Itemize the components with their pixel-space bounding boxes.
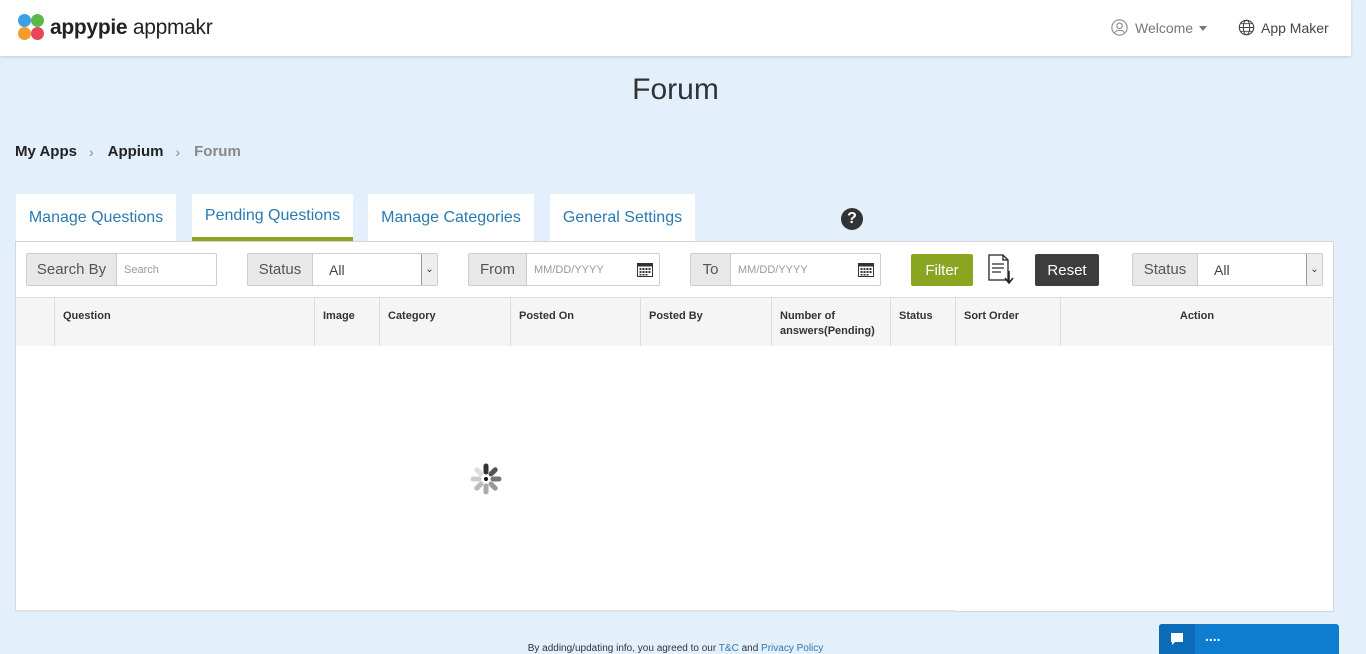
reset-button[interactable]: Reset	[1035, 254, 1099, 286]
to-date-input[interactable]: MM/DD/YYYY	[731, 254, 880, 285]
from-label: From	[469, 254, 527, 285]
footer-and: and	[741, 643, 759, 654]
to-date-group: To MM/DD/YYYY	[690, 253, 881, 286]
help-icon[interactable]: ?	[841, 208, 863, 230]
status2-select-value: All	[1214, 261, 1230, 278]
to-label: To	[691, 254, 731, 285]
from-date-group: From MM/DD/YYYY	[468, 253, 660, 286]
calendar-icon[interactable]	[637, 262, 653, 277]
column-header-posted-on[interactable]: Posted On	[511, 298, 641, 346]
column-header-select	[16, 298, 55, 346]
chevron-down-icon: ⌄	[421, 254, 437, 285]
breadcrumb: My Apps › Appium › Forum	[15, 143, 241, 160]
column-header-question[interactable]: Question	[55, 298, 315, 346]
table-scrollbar[interactable]	[15, 610, 955, 612]
column-header-status[interactable]: Status	[891, 298, 956, 346]
status-filter-group: Status All ⌄	[247, 253, 438, 286]
app-maker-label: App Maker	[1261, 19, 1329, 36]
tab-pending-questions[interactable]: Pending Questions	[192, 194, 353, 241]
column-header-action: Action	[1179, 310, 1215, 322]
status-label: Status	[248, 254, 313, 285]
status2-label: Status	[1133, 254, 1198, 285]
search-group: Search By Search	[26, 253, 217, 286]
footer-note: By adding/updating info, you agreed to o…	[0, 643, 1351, 654]
search-by-label: Search By	[27, 254, 117, 285]
chevron-right-icon: ›	[88, 143, 94, 160]
column-header-sort-order[interactable]: Sort Order	[956, 298, 1061, 346]
from-date-placeholder: MM/DD/YYYY	[534, 263, 604, 276]
logo-text: appypie appmakr	[50, 16, 213, 40]
chat-bubble-icon	[1159, 624, 1195, 654]
calendar-icon[interactable]	[858, 262, 874, 277]
column-header-category[interactable]: Category	[380, 298, 511, 346]
status-select-value: All	[329, 261, 345, 278]
column-header-answers-pending[interactable]: Number of answers(Pending)	[772, 298, 891, 346]
questions-panel: Search By Search Status All ⌄ From MM/DD…	[15, 241, 1334, 612]
status2-filter-group: Status All ⌄	[1132, 253, 1323, 286]
column-header-image[interactable]: Image	[315, 298, 380, 346]
privacy-policy-link[interactable]: Privacy Policy	[761, 643, 823, 654]
chat-widget[interactable]: ....	[1159, 624, 1339, 654]
logo-brand: appypie	[50, 16, 128, 39]
tab-general-settings[interactable]: General Settings	[550, 194, 695, 241]
breadcrumb-app[interactable]: Appium	[108, 143, 164, 160]
chat-label: ....	[1205, 628, 1221, 644]
app-logo[interactable]: appypie appmakr	[18, 14, 213, 42]
status2-select[interactable]: All ⌄	[1198, 254, 1322, 285]
chevron-right-icon: ›	[175, 143, 181, 160]
from-date-input[interactable]: MM/DD/YYYY	[527, 254, 659, 285]
loading-spinner-icon	[470, 463, 502, 495]
search-input[interactable]: Search	[117, 254, 216, 285]
appypie-logo-icon	[18, 14, 46, 42]
chevron-down-icon: ⌄	[1306, 254, 1322, 285]
column-header-posted-by[interactable]: Posted By	[641, 298, 772, 346]
page-title: Forum	[632, 73, 719, 106]
to-date-placeholder: MM/DD/YYYY	[738, 263, 808, 276]
filter-bar: Search By Search Status All ⌄ From MM/DD…	[16, 242, 1333, 298]
chevron-down-icon	[1199, 26, 1208, 31]
globe-icon	[1238, 19, 1255, 36]
filter-button[interactable]: Filter	[911, 254, 973, 286]
breadcrumb-my-apps[interactable]: My Apps	[15, 143, 77, 160]
logo-product: appmakr	[132, 16, 213, 39]
table-header: Question Image Category Posted On Posted…	[16, 298, 1333, 346]
app-maker-link[interactable]: App Maker	[1238, 19, 1329, 36]
welcome-label: Welcome	[1135, 19, 1194, 36]
terms-link[interactable]: T&C	[719, 643, 739, 654]
user-icon	[1111, 19, 1128, 36]
export-document-icon[interactable]	[987, 254, 1015, 286]
tab-manage-categories[interactable]: Manage Categories	[368, 194, 534, 241]
tab-manage-questions[interactable]: Manage Questions	[16, 194, 176, 241]
footer-text: By adding/updating info, you agreed to o…	[527, 643, 717, 654]
breadcrumb-current: Forum	[194, 143, 241, 160]
welcome-menu[interactable]: Welcome	[1111, 19, 1208, 36]
status-select[interactable]: All ⌄	[313, 254, 437, 285]
top-navbar: appypie appmakr Welcome App Maker	[0, 0, 1351, 56]
